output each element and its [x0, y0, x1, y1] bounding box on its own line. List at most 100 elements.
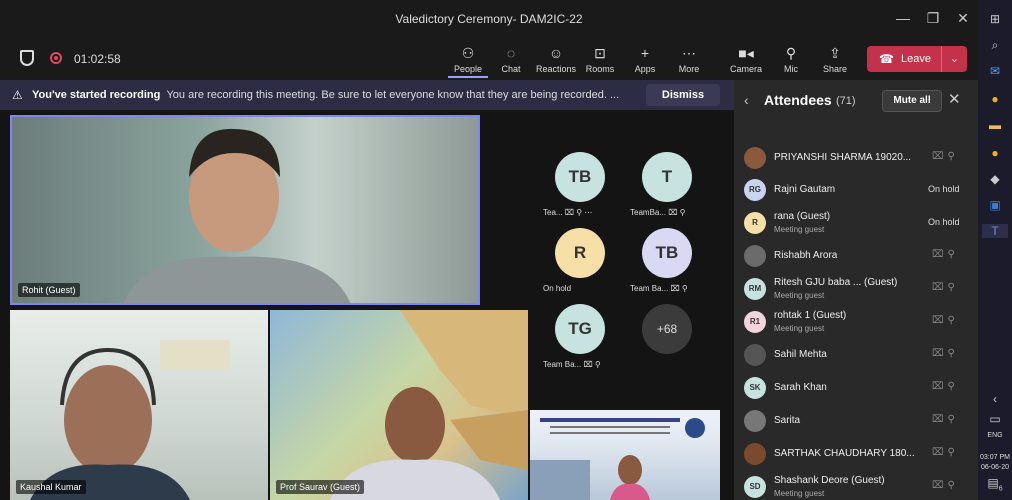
camera-mic-off-icon: ⌧⚲: [932, 348, 959, 359]
minimize-button[interactable]: —: [888, 10, 918, 26]
attendee-row[interactable]: R1 rohtak 1 (Guest) Meeting guest ⌧⚲: [734, 306, 978, 338]
profile-photo: [744, 443, 766, 465]
meeting-toolbar: 01:02:58 ⚇ People ◌ Chat ☺ Reactions ⊡ Rooms…: [0, 40, 978, 80]
profile-photo: [744, 245, 766, 267]
avatar-initials: +68: [642, 304, 692, 354]
chevron-down-icon[interactable]: ⌄: [941, 46, 967, 72]
camera-icon: ■◂: [738, 45, 754, 61]
attendee-name: rohtak 1 (Guest): [774, 310, 847, 321]
avatar-label: Team Ba... ⌧ ⚲: [543, 360, 601, 369]
network-icon[interactable]: ▭: [982, 412, 1008, 426]
attendee-role: Meeting guest: [774, 225, 825, 234]
chat-button[interactable]: ◌ Chat: [491, 44, 531, 74]
avatar: SK: [744, 377, 766, 399]
attendee-row[interactable]: Rrana (Guest) Meeting guest On hold: [734, 207, 978, 239]
attendee-status: On hold: [928, 184, 960, 194]
chrome-icon[interactable]: ●: [982, 146, 1008, 160]
close-icon[interactable]: ✕: [948, 90, 961, 108]
video-tile-saurav[interactable]: Prof Saurav (Guest): [270, 310, 528, 500]
participant-video: [30, 340, 230, 500]
search-icon[interactable]: ⌕: [982, 38, 1008, 53]
clock-time[interactable]: 03:07 PM: [978, 454, 1012, 461]
avatar: R: [744, 212, 766, 234]
attendee-name: SARTHAK CHAUDHARY 180...: [774, 448, 915, 459]
more-button[interactable]: ⋯ More: [669, 44, 709, 74]
chevron-left-icon[interactable]: ‹: [982, 392, 1008, 406]
video-stage: Rohit (Guest) Kaushal Kumar Prof Saurav …: [0, 110, 734, 500]
profile-photo: [744, 147, 766, 169]
windows-taskbar: ⊞ ⌕ ✉ ● ▬ ● ◆ ▣ T ‹ ▭ ENG 03:07 PM 06-06…: [978, 0, 1012, 500]
camera-mic-off-icon: ⌧⚲: [932, 282, 959, 293]
rooms-button[interactable]: ⊡ Rooms: [580, 44, 620, 74]
profile-photo: [744, 344, 766, 366]
title-bar: Valedictory Ceremony- DAM2IC-22 — ❐ ✕: [0, 0, 978, 40]
chrome-icon[interactable]: ●: [982, 92, 1008, 106]
back-icon[interactable]: ‹: [744, 92, 749, 108]
camera-mic-off-icon: ⌧⚲: [932, 249, 959, 260]
apps-button[interactable]: + Apps: [625, 44, 665, 74]
teams-window: Valedictory Ceremony- DAM2IC-22 — ❐ ✕ 01…: [0, 0, 978, 500]
clock-date[interactable]: 06-06-20: [978, 464, 1012, 471]
attendee-name: rana (Guest): [774, 211, 831, 222]
teams-icon[interactable]: T: [982, 224, 1008, 238]
camera-button[interactable]: ■◂ Camera: [726, 44, 766, 74]
attendee-row[interactable]: SARTHAK CHAUDHARY 180... ⌧⚲: [734, 438, 978, 470]
attendee-name: Rishabh Arora: [774, 250, 838, 261]
attendee-row[interactable]: SD Shashank Deore (Guest) Meeting guest ⌧⚲: [734, 471, 978, 500]
attendee-status: On hold: [928, 217, 960, 227]
avatar-label: On hold: [543, 284, 572, 293]
participant-name: Rohit (Guest): [18, 283, 80, 297]
leave-button[interactable]: ☎ Leave ⌄: [867, 46, 967, 72]
recording-icon: [50, 52, 62, 64]
store-icon[interactable]: ▣: [982, 198, 1008, 212]
participant-name: Prof Saurav (Guest): [276, 480, 365, 494]
attendee-row[interactable]: Sarita ⌧⚲: [734, 405, 978, 437]
camera-mic-off-icon: ⌧⚲: [932, 315, 959, 326]
avatar-label: TeamBa... ⌧ ⚲: [630, 208, 686, 217]
banner-message: You are recording this meeting. Be sure …: [166, 89, 620, 101]
attendee-row[interactable]: SK Sarah Khan ⌧⚲: [734, 372, 978, 404]
camera-mic-off-icon: ⌧⚲: [932, 447, 959, 458]
mute-all-button[interactable]: Mute all: [882, 90, 942, 112]
attendees-panel: ‹ Attendees (71) Mute all ✕ PRIYANSHI SH…: [734, 80, 978, 500]
mail-icon[interactable]: ✉: [982, 64, 1008, 78]
attendee-row[interactable]: Rishabh Arora ⌧⚲: [734, 240, 978, 272]
reactions-button[interactable]: ☺ Reactions: [536, 44, 576, 74]
people-button[interactable]: ⚇ People: [448, 44, 488, 78]
video-tile-rohit[interactable]: Rohit (Guest): [10, 115, 480, 305]
share-button[interactable]: ⇪ Share: [815, 44, 855, 74]
close-window-button[interactable]: ✕: [948, 10, 978, 27]
profile-photo: [744, 410, 766, 432]
attendee-row[interactable]: Sahil Mehta ⌧⚲: [734, 339, 978, 371]
notification-icon[interactable]: ▤6: [982, 476, 1008, 492]
phone-icon: ☎: [879, 52, 894, 66]
language-indicator[interactable]: ENG: [978, 432, 1012, 439]
maximize-button[interactable]: ❐: [918, 10, 948, 27]
attendee-role: Meeting guest: [774, 291, 825, 300]
mic-off-icon: ⚲: [785, 45, 797, 61]
panel-header: ‹ Attendees (71) Mute all ✕: [734, 80, 978, 120]
share-icon: ⇪: [829, 45, 841, 61]
camera-mic-off-icon: ⌧⚲: [932, 151, 959, 162]
camera-mic-off-icon: ⌧⚲: [932, 414, 959, 425]
recording-banner: ⚠ You've started recording You are recor…: [0, 80, 734, 110]
avatar-initials: TB: [555, 152, 605, 202]
app-icon[interactable]: ◆: [982, 172, 1008, 186]
avatar: SD: [744, 476, 766, 498]
attendee-row[interactable]: PRIYANSHI SHARMA 19020... ⌧⚲: [734, 142, 978, 174]
attendee-row[interactable]: RM Ritesh GJU baba ... (Guest) Meeting gue…: [734, 273, 978, 305]
folder-icon[interactable]: ▬: [982, 118, 1008, 132]
participant-name: Kaushal Kumar: [16, 480, 86, 494]
avatar-initials: T: [642, 152, 692, 202]
dismiss-button[interactable]: Dismiss: [646, 84, 720, 106]
avatar-initials: R: [555, 228, 605, 278]
attendee-name: Sarah Khan: [774, 382, 827, 393]
participant-video: [123, 128, 351, 303]
camera-mic-off-icon: ⌧⚲: [932, 480, 959, 491]
shared-content-tile[interactable]: [530, 410, 720, 500]
mic-button[interactable]: ⚲ Mic: [771, 44, 811, 74]
shield-icon[interactable]: [20, 50, 34, 66]
video-tile-kaushal[interactable]: Kaushal Kumar: [10, 310, 268, 500]
windows-icon[interactable]: ⊞: [982, 12, 1008, 26]
attendee-row[interactable]: RG Rajni Gautam On hold: [734, 174, 978, 206]
